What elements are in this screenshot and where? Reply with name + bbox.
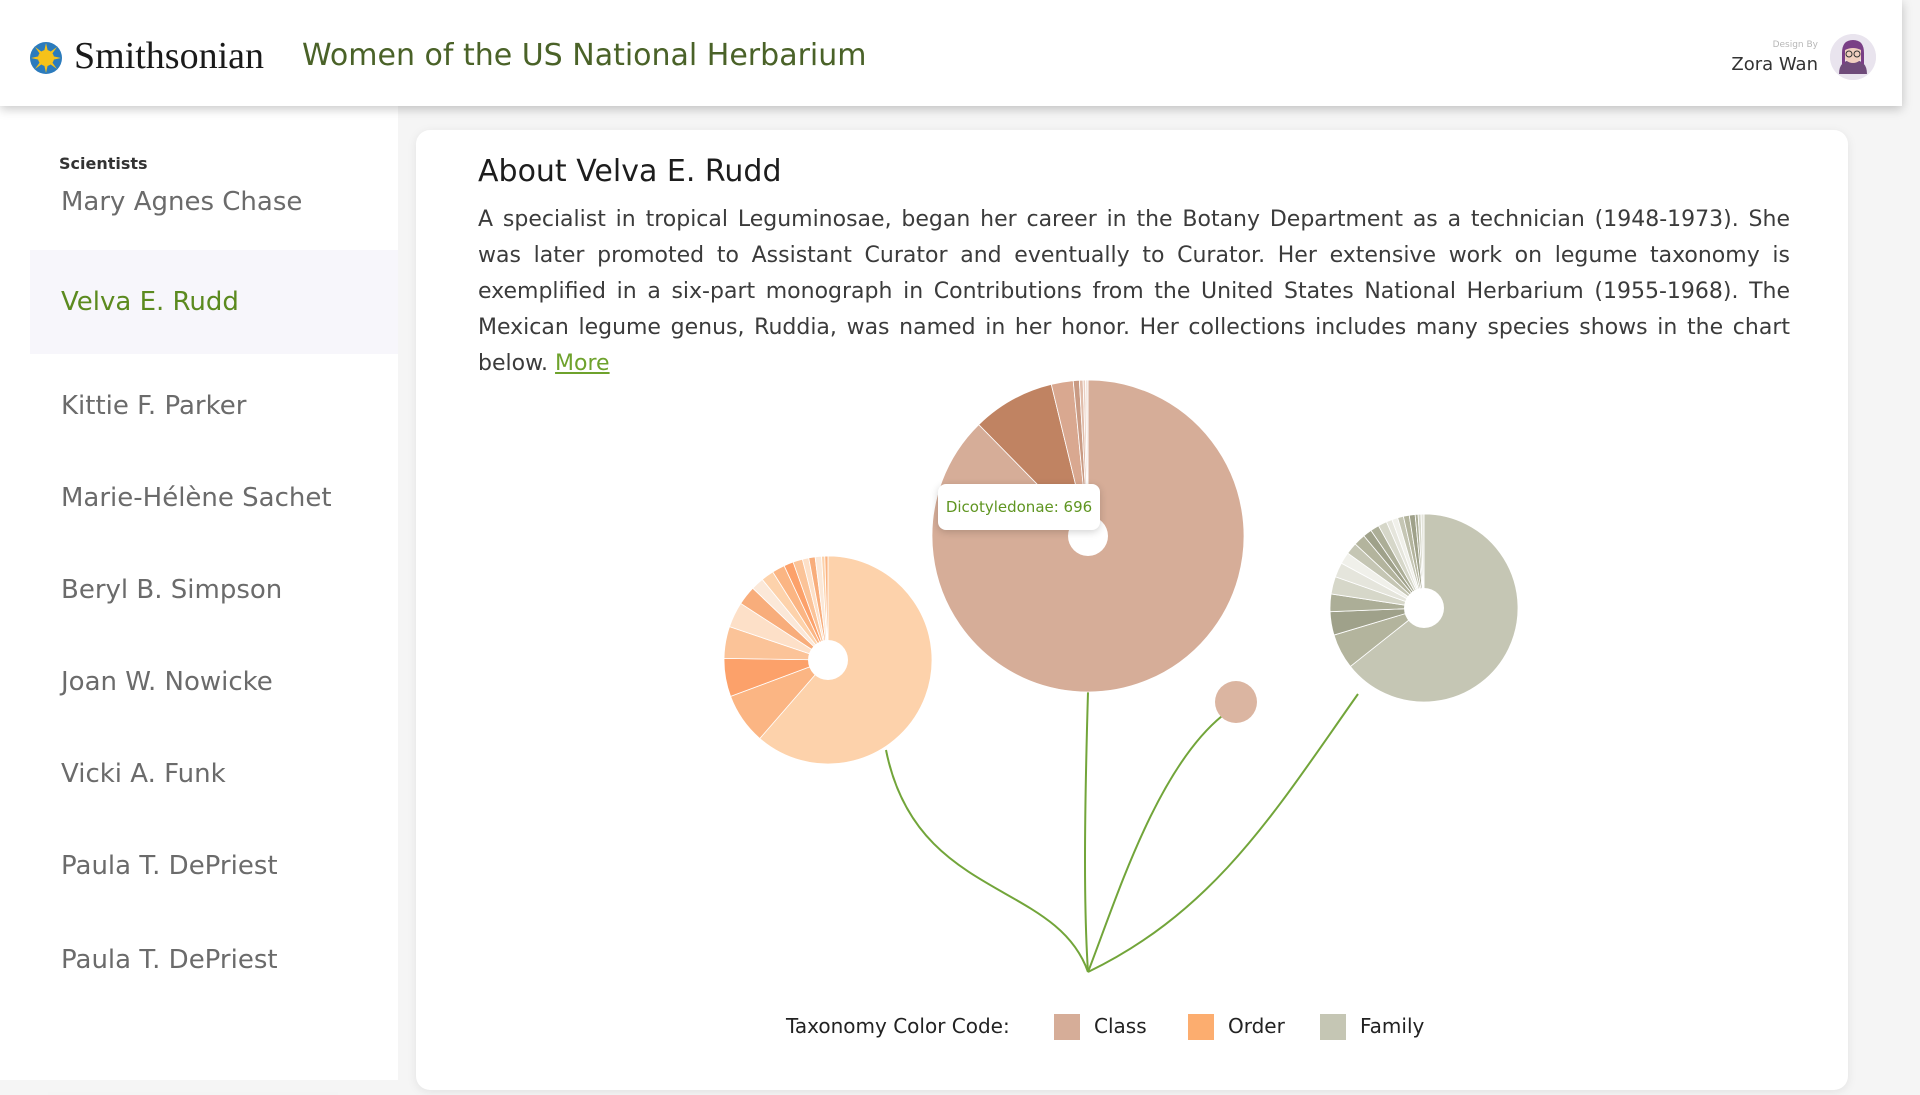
flower-stem [885,749,1089,973]
legend-label: Family [1360,1014,1425,1038]
sidebar-item-scientist[interactable]: Joan W. Nowicke [30,630,398,734]
legend-title: Taxonomy Color Code: [786,1014,1010,1038]
pie-class[interactable] [931,379,1245,693]
sidebar-item-label: Beryl B. Simpson [61,575,283,605]
sidebar-item-scientist[interactable]: Paula T. DePriest [30,814,398,918]
sidebar: Scientists Mary Agnes Chase Velva E. Rudd… [0,106,398,1095]
legend-swatch [1188,1014,1214,1040]
sidebar-item-scientist[interactable]: Vicki A. Funk [30,722,398,826]
sidebar-item-scientist[interactable]: Beryl B. Simpson [30,538,398,642]
sidebar-item-label: Marie-Hélène Sachet [61,483,332,513]
sidebar-item-scientist[interactable]: Paula T. DePriest [30,908,398,1012]
smithsonian-sun-logo [30,42,62,74]
chart-tooltip: Dicotyledonae: 696 [938,484,1100,530]
sidebar-item-label: Velva E. Rudd [61,287,239,317]
brand-name: Smithsonian [74,35,265,77]
pie-center-hole [1404,588,1444,628]
flower-stem [1087,693,1359,973]
designer-name: Zora Wan [1731,54,1818,75]
sidebar-item-label: Paula T. DePriest [61,851,278,881]
legend-swatch [1320,1014,1346,1040]
sidebar-item-label: Kittie F. Parker [61,391,247,421]
avatar-icon [1830,34,1876,80]
avatar[interactable] [1830,34,1876,80]
sidebar-item-scientist[interactable]: Mary Agnes Chase [30,150,398,254]
pie-class[interactable] [1215,681,1257,723]
taxonomy-flower-chart [723,379,1519,973]
pie-family[interactable] [1329,513,1519,703]
pie-slice[interactable] [1215,681,1257,723]
sidebar-item-label: Mary Agnes Chase [61,187,303,217]
legend-label: Class [1094,1014,1147,1038]
flower-stem [1087,715,1223,973]
sidebar-item-label: Paula T. DePriest [61,945,278,975]
sidebar-item-label: Joan W. Nowicke [61,667,273,697]
legend-label: Order [1228,1014,1285,1038]
sidebar-item-label: Vicki A. Funk [61,759,226,789]
top-header: Smithsonian Women of the US National Her… [0,0,1902,106]
design-by-label: Design By [1772,40,1818,50]
pie-center-hole [808,640,848,680]
page-title: Women of the US National Herbarium [302,38,867,73]
sidebar-item-scientist[interactable]: Velva E. Rudd [30,250,398,354]
pie-order[interactable] [723,555,933,765]
flower-stem [1084,691,1089,973]
sidebar-item-scientist[interactable]: Marie-Hélène Sachet [30,446,398,550]
legend-swatch [1054,1014,1080,1040]
main-card: About Velva E. Rudd A specialist in trop… [416,130,1848,1090]
sidebar-item-scientist[interactable]: Kittie F. Parker [30,354,398,458]
